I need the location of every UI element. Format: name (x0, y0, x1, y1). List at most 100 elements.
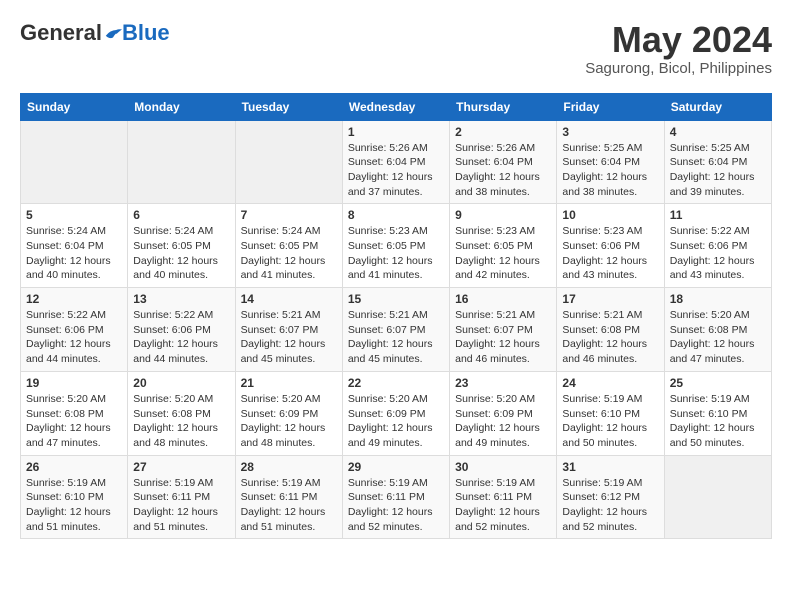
calendar-cell: 19Sunrise: 5:20 AMSunset: 6:08 PMDayligh… (21, 371, 128, 455)
calendar-cell: 2Sunrise: 5:26 AMSunset: 6:04 PMDaylight… (450, 120, 557, 204)
calendar-week-row: 12 Sunrise: 5:22 AMSunset: 6:06 PMDayligh… (21, 288, 772, 372)
day-number: 1 (348, 125, 444, 139)
day-number: 24 (562, 376, 658, 390)
calendar-cell: 14Sunrise: 5:21 AMSunset: 6:07 PMDayligh… (235, 288, 342, 372)
calendar-header-sunday: Sunday (21, 93, 128, 120)
day-number: 3 (562, 125, 658, 139)
calendar-cell: 4 Sunrise: 5:25 AMSunset: 6:04 PMDaylight… (664, 120, 771, 204)
day-number: 20 (133, 376, 229, 390)
day-info: Sunrise: 5:19 AMSunset: 6:11 PMDaylight:… (241, 476, 337, 535)
calendar-header-tuesday: Tuesday (235, 93, 342, 120)
day-info: Sunrise: 5:23 AMSunset: 6:06 PMDaylight:… (562, 224, 658, 283)
calendar-cell: 5 Sunrise: 5:24 AMSunset: 6:04 PMDaylight… (21, 204, 128, 288)
calendar-cell: 24 Sunrise: 5:19 AMSunset: 6:10 PMDayligh… (557, 371, 664, 455)
logo-text: General Blue (20, 20, 170, 46)
location-subtitle: Sagurong, Bicol, Philippines (585, 60, 772, 77)
day-number: 26 (26, 460, 122, 474)
calendar-cell: 7 Sunrise: 5:24 AMSunset: 6:05 PMDaylight… (235, 204, 342, 288)
day-info: Sunrise: 5:22 AMSunset: 6:06 PMDaylight:… (670, 224, 766, 283)
day-number: 11 (670, 208, 766, 222)
calendar-week-row: 26 Sunrise: 5:19 AMSunset: 6:10 PMDayligh… (21, 455, 772, 539)
calendar-cell: 23Sunrise: 5:20 AMSunset: 6:09 PMDayligh… (450, 371, 557, 455)
day-info: Sunrise: 5:19 AMSunset: 6:12 PMDaylight:… (562, 476, 658, 535)
calendar-week-row: 19Sunrise: 5:20 AMSunset: 6:08 PMDayligh… (21, 371, 772, 455)
day-info: Sunrise: 5:19 AMSunset: 6:11 PMDaylight:… (133, 476, 229, 535)
calendar-cell: 16 Sunrise: 5:21 AMSunset: 6:07 PMDayligh… (450, 288, 557, 372)
day-info: Sunrise: 5:20 AMSunset: 6:09 PMDaylight:… (241, 392, 337, 451)
day-number: 31 (562, 460, 658, 474)
day-number: 9 (455, 208, 551, 222)
calendar-header-saturday: Saturday (664, 93, 771, 120)
calendar-header-monday: Monday (128, 93, 235, 120)
calendar-cell (664, 455, 771, 539)
calendar-header-thursday: Thursday (450, 93, 557, 120)
day-info: Sunrise: 5:22 AMSunset: 6:06 PMDaylight:… (133, 308, 229, 367)
day-info: Sunrise: 5:24 AMSunset: 6:05 PMDaylight:… (133, 224, 229, 283)
day-number: 27 (133, 460, 229, 474)
logo-blue: Blue (122, 20, 170, 46)
day-info: Sunrise: 5:21 AMSunset: 6:08 PMDaylight:… (562, 308, 658, 367)
calendar-cell: 26 Sunrise: 5:19 AMSunset: 6:10 PMDayligh… (21, 455, 128, 539)
day-info: Sunrise: 5:22 AMSunset: 6:06 PMDaylight:… (26, 308, 122, 367)
calendar-header-wednesday: Wednesday (342, 93, 449, 120)
day-info: Sunrise: 5:24 AMSunset: 6:04 PMDaylight:… (26, 224, 122, 283)
day-info: Sunrise: 5:20 AMSunset: 6:08 PMDaylight:… (670, 308, 766, 367)
calendar-cell (235, 120, 342, 204)
day-number: 18 (670, 292, 766, 306)
day-number: 22 (348, 376, 444, 390)
day-info: Sunrise: 5:21 AMSunset: 6:07 PMDaylight:… (348, 308, 444, 367)
day-info: Sunrise: 5:20 AMSunset: 6:08 PMDaylight:… (133, 392, 229, 451)
day-info: Sunrise: 5:19 AMSunset: 6:10 PMDaylight:… (562, 392, 658, 451)
calendar-cell: 12 Sunrise: 5:22 AMSunset: 6:06 PMDayligh… (21, 288, 128, 372)
day-number: 12 (26, 292, 122, 306)
day-number: 16 (455, 292, 551, 306)
day-info: Sunrise: 5:21 AMSunset: 6:07 PMDaylight:… (455, 308, 551, 367)
day-info: Sunrise: 5:26 AMSunset: 6:04 PMDaylight:… (455, 141, 551, 200)
day-number: 7 (241, 208, 337, 222)
day-info: Sunrise: 5:19 AMSunset: 6:10 PMDaylight:… (670, 392, 766, 451)
calendar-cell: 31 Sunrise: 5:19 AMSunset: 6:12 PMDayligh… (557, 455, 664, 539)
calendar-cell: 28Sunrise: 5:19 AMSunset: 6:11 PMDayligh… (235, 455, 342, 539)
calendar-week-row: 5 Sunrise: 5:24 AMSunset: 6:04 PMDaylight… (21, 204, 772, 288)
calendar-cell: 20 Sunrise: 5:20 AMSunset: 6:08 PMDayligh… (128, 371, 235, 455)
day-number: 8 (348, 208, 444, 222)
day-number: 30 (455, 460, 551, 474)
calendar-cell: 3 Sunrise: 5:25 AMSunset: 6:04 PMDaylight… (557, 120, 664, 204)
calendar-cell: 10 Sunrise: 5:23 AMSunset: 6:06 PMDayligh… (557, 204, 664, 288)
day-info: Sunrise: 5:20 AMSunset: 6:09 PMDaylight:… (455, 392, 551, 451)
calendar-cell: 9Sunrise: 5:23 AMSunset: 6:05 PMDaylight… (450, 204, 557, 288)
calendar-table: SundayMondayTuesdayWednesdayThursdayFrid… (20, 93, 772, 540)
calendar-cell: 18 Sunrise: 5:20 AMSunset: 6:08 PMDayligh… (664, 288, 771, 372)
calendar-header-friday: Friday (557, 93, 664, 120)
calendar-cell: 13 Sunrise: 5:22 AMSunset: 6:06 PMDayligh… (128, 288, 235, 372)
day-number: 13 (133, 292, 229, 306)
day-info: Sunrise: 5:19 AMSunset: 6:10 PMDaylight:… (26, 476, 122, 535)
day-number: 4 (670, 125, 766, 139)
day-number: 17 (562, 292, 658, 306)
day-info: Sunrise: 5:24 AMSunset: 6:05 PMDaylight:… (241, 224, 337, 283)
calendar-cell: 22Sunrise: 5:20 AMSunset: 6:09 PMDayligh… (342, 371, 449, 455)
calendar-cell: 30Sunrise: 5:19 AMSunset: 6:11 PMDayligh… (450, 455, 557, 539)
page-header: General Blue May 2024 Sagurong, Bicol, P… (20, 20, 772, 77)
day-number: 10 (562, 208, 658, 222)
calendar-cell (21, 120, 128, 204)
logo-general: General (20, 20, 102, 46)
month-title: May 2024 (585, 20, 772, 60)
calendar-header-row: SundayMondayTuesdayWednesdayThursdayFrid… (21, 93, 772, 120)
day-number: 5 (26, 208, 122, 222)
calendar-cell: 25 Sunrise: 5:19 AMSunset: 6:10 PMDayligh… (664, 371, 771, 455)
calendar-cell: 29Sunrise: 5:19 AMSunset: 6:11 PMDayligh… (342, 455, 449, 539)
day-number: 25 (670, 376, 766, 390)
calendar-cell: 15Sunrise: 5:21 AMSunset: 6:07 PMDayligh… (342, 288, 449, 372)
calendar-week-row: 1 Sunrise: 5:26 AMSunset: 6:04 PMDaylight… (21, 120, 772, 204)
day-info: Sunrise: 5:25 AMSunset: 6:04 PMDaylight:… (670, 141, 766, 200)
day-info: Sunrise: 5:19 AMSunset: 6:11 PMDaylight:… (348, 476, 444, 535)
day-info: Sunrise: 5:25 AMSunset: 6:04 PMDaylight:… (562, 141, 658, 200)
calendar-cell: 17 Sunrise: 5:21 AMSunset: 6:08 PMDayligh… (557, 288, 664, 372)
calendar-cell (128, 120, 235, 204)
calendar-cell: 21Sunrise: 5:20 AMSunset: 6:09 PMDayligh… (235, 371, 342, 455)
calendar-cell: 8Sunrise: 5:23 AMSunset: 6:05 PMDaylight… (342, 204, 449, 288)
calendar-cell: 27 Sunrise: 5:19 AMSunset: 6:11 PMDayligh… (128, 455, 235, 539)
day-info: Sunrise: 5:26 AMSunset: 6:04 PMDaylight:… (348, 141, 444, 200)
logo-bird-icon (104, 26, 122, 40)
